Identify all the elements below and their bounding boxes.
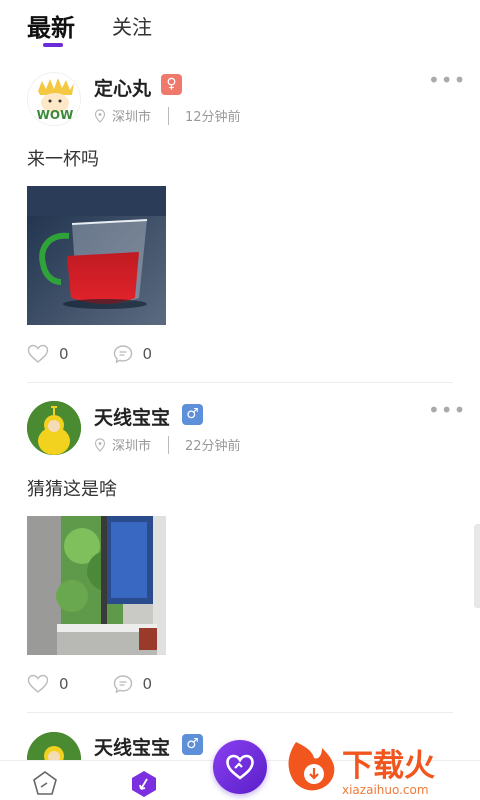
heart-publish-icon <box>226 754 254 780</box>
heart-icon <box>27 674 49 693</box>
username[interactable]: 定心丸 <box>94 74 151 101</box>
svg-text:下载火: 下载火 <box>342 748 435 784</box>
like-count: 0 <box>59 675 69 693</box>
meta-separator <box>168 106 170 125</box>
comment-button[interactable]: 0 <box>113 344 153 364</box>
post-text: 猜猜这是啥 <box>27 479 117 500</box>
post-image[interactable] <box>27 186 166 325</box>
location-text: 深圳市 <box>112 439 152 454</box>
nav-home[interactable] <box>32 770 58 800</box>
heart-icon <box>27 344 49 363</box>
location-text: 深圳市 <box>112 110 152 125</box>
avatar[interactable] <box>27 401 81 455</box>
discover-icon <box>132 771 156 797</box>
tab-following[interactable]: 关注 <box>112 11 152 40</box>
active-tab-indicator <box>43 43 63 47</box>
post-time: 12分钟前 <box>185 110 241 125</box>
publish-button[interactable] <box>213 740 267 794</box>
comment-icon <box>113 675 132 694</box>
comment-count: 0 <box>142 345 153 363</box>
location-pin-icon <box>94 437 106 452</box>
comment-count: 0 <box>142 675 153 693</box>
nav-discover[interactable] <box>130 770 158 800</box>
avatar[interactable]: WOW <box>27 72 81 126</box>
comment-button[interactable]: 0 <box>113 674 153 694</box>
like-button[interactable]: 0 <box>27 344 69 364</box>
like-button[interactable]: 0 <box>27 674 69 694</box>
home-icon <box>33 771 57 795</box>
top-tabs: 最新 关注 <box>0 0 480 56</box>
scroll-handle[interactable] <box>474 524 480 608</box>
post-divider <box>27 382 453 383</box>
post-actions: 0 0 <box>27 674 152 694</box>
username[interactable]: 天线宝宝 <box>94 403 170 430</box>
post-actions: 0 0 <box>27 344 152 364</box>
gender-male-badge: ♂ <box>182 404 203 425</box>
gender-female-badge: ♀ <box>161 74 182 95</box>
post-meta: 深圳市 22分钟前 <box>94 435 241 454</box>
more-icon[interactable]: ••• <box>428 68 466 92</box>
watermark-logo: 下载火 xiazaihuo.com <box>288 742 435 797</box>
post-image[interactable] <box>27 516 166 655</box>
post-time: 22分钟前 <box>185 439 241 454</box>
location-pin-icon <box>94 108 106 123</box>
username[interactable]: 天线宝宝 <box>94 733 170 760</box>
gender-male-badge: ♂ <box>182 734 203 755</box>
post-divider <box>27 712 453 713</box>
more-icon[interactable]: ••• <box>428 398 466 422</box>
post-text: 来一杯吗 <box>27 149 99 170</box>
svg-text:WOW: WOW <box>37 108 74 122</box>
meta-separator <box>168 435 170 454</box>
comment-icon <box>113 345 132 364</box>
svg-text:xiazaihuo.com: xiazaihuo.com <box>342 783 429 797</box>
post-meta: 深圳市 12分钟前 <box>94 106 241 125</box>
tab-latest[interactable]: 最新 <box>27 8 75 43</box>
like-count: 0 <box>59 345 69 363</box>
